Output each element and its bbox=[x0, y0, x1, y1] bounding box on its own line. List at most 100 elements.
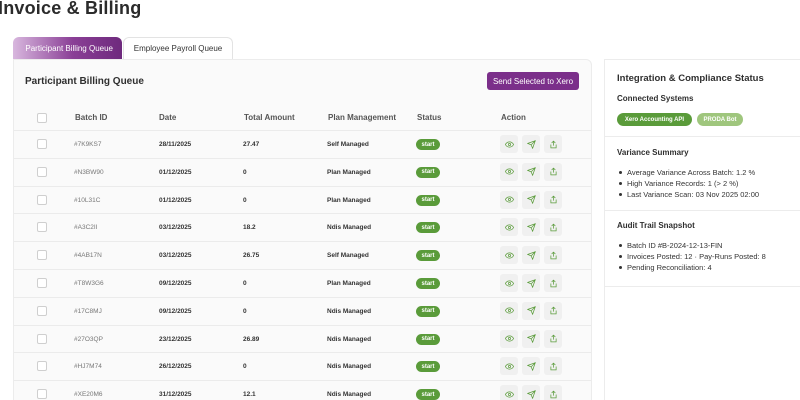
status-badge: start bbox=[416, 194, 440, 206]
date-cell: 26/12/2025 bbox=[159, 363, 192, 371]
send-button[interactable] bbox=[522, 301, 540, 320]
view-button[interactable] bbox=[500, 246, 518, 265]
export-button[interactable] bbox=[544, 301, 562, 320]
send-button[interactable] bbox=[522, 274, 540, 292]
date-cell: 23/12/2025 bbox=[159, 335, 192, 343]
export-icon bbox=[549, 390, 558, 399]
send-button[interactable] bbox=[522, 218, 540, 237]
send-button[interactable] bbox=[522, 162, 540, 181]
view-button[interactable] bbox=[500, 162, 518, 181]
proda-bot-pill: PRODA Bot bbox=[697, 113, 743, 126]
status-badge: start bbox=[416, 166, 440, 178]
eye-icon bbox=[504, 251, 514, 260]
date-cell: 03/12/2025 bbox=[159, 252, 192, 260]
export-button[interactable] bbox=[544, 329, 562, 348]
date-cell: 01/12/2025 bbox=[159, 196, 192, 204]
select-all-checkbox[interactable] bbox=[37, 113, 47, 123]
export-icon bbox=[549, 167, 558, 176]
row-checkbox[interactable] bbox=[37, 389, 47, 400]
export-button[interactable] bbox=[544, 385, 562, 400]
view-button[interactable] bbox=[500, 135, 518, 153]
amount-cell: 0 bbox=[243, 307, 247, 315]
send-button[interactable] bbox=[522, 246, 540, 265]
export-button[interactable] bbox=[544, 218, 562, 237]
export-button[interactable] bbox=[544, 274, 562, 292]
plan-cell: Ndis Managed bbox=[327, 391, 372, 399]
send-button[interactable] bbox=[522, 190, 540, 209]
row-checkbox[interactable] bbox=[37, 278, 47, 288]
status-badge: start bbox=[416, 278, 440, 289]
table-row: #T8W3G6 09/12/2025 0 Plan Managed start bbox=[14, 269, 591, 296]
side-panel-title: Integration & Compliance Status bbox=[617, 73, 764, 84]
audit-item: Batch ID #B-2024-12-13-FIN bbox=[617, 240, 795, 251]
divider bbox=[605, 286, 800, 287]
variance-summary-heading: Variance Summary bbox=[617, 148, 689, 157]
export-icon bbox=[549, 195, 558, 204]
plan-cell: Ndis Managed bbox=[327, 363, 372, 371]
export-button[interactable] bbox=[544, 246, 562, 265]
export-button[interactable] bbox=[544, 357, 562, 376]
tab-participant-billing-queue[interactable]: Participant Billing Queue bbox=[13, 37, 122, 59]
send-button[interactable] bbox=[522, 135, 540, 153]
table-row: #4AB17N 03/12/2025 26.75 Self Managed start bbox=[14, 241, 591, 268]
eye-icon bbox=[504, 306, 514, 315]
column-header-total-amount: Total Amount bbox=[244, 113, 295, 122]
connected-systems-heading: Connected Systems bbox=[617, 94, 694, 103]
view-button[interactable] bbox=[500, 357, 518, 376]
amount-cell: 12.1 bbox=[243, 391, 256, 399]
export-button[interactable] bbox=[544, 190, 562, 209]
export-icon bbox=[549, 306, 558, 315]
plan-cell: Plan Managed bbox=[327, 196, 371, 204]
amount-cell: 26.89 bbox=[243, 335, 260, 343]
row-checkbox[interactable] bbox=[37, 139, 47, 149]
send-to-xero-button[interactable]: Send Selected to Xero bbox=[487, 72, 579, 90]
column-header-status: Status bbox=[417, 113, 442, 122]
view-button[interactable] bbox=[500, 218, 518, 237]
send-icon bbox=[526, 334, 536, 344]
row-checkbox[interactable] bbox=[37, 305, 47, 316]
date-cell: 03/12/2025 bbox=[159, 224, 192, 232]
batch-id-cell: #HJ7M74 bbox=[74, 363, 102, 371]
variance-item: Last Variance Scan: 03 Nov 2025 02:00 bbox=[617, 189, 795, 200]
row-checkbox[interactable] bbox=[37, 194, 47, 205]
column-header-date: Date bbox=[159, 113, 177, 122]
send-icon bbox=[526, 223, 536, 232]
export-button[interactable] bbox=[544, 135, 562, 153]
send-icon bbox=[526, 250, 536, 260]
view-button[interactable] bbox=[500, 190, 518, 209]
audit-item: Invoices Posted: 12 · Pay-Runs Posted: 8 bbox=[617, 251, 795, 262]
row-checkbox[interactable] bbox=[37, 250, 47, 261]
batch-id-cell: #T8W3G6 bbox=[74, 280, 104, 287]
view-button[interactable] bbox=[500, 274, 518, 292]
variance-item: High Variance Records: 1 (> 2 %) bbox=[617, 178, 795, 189]
status-badge: start bbox=[416, 139, 440, 150]
send-button[interactable] bbox=[522, 329, 540, 348]
export-button[interactable] bbox=[544, 162, 562, 181]
variance-item: Average Variance Across Batch: 1.2 % bbox=[617, 167, 795, 178]
export-icon bbox=[549, 251, 558, 260]
date-cell: 01/12/2025 bbox=[159, 168, 192, 176]
table-row: #HJ7M74 26/12/2025 0 Ndis Managed start bbox=[14, 352, 591, 379]
audit-trail-heading: Audit Trail Snapshot bbox=[617, 221, 695, 230]
batch-id-cell: #7K9KS7 bbox=[74, 141, 102, 148]
table-row: #27O3QP 23/12/2025 26.89 Ndis Managed start bbox=[14, 324, 591, 352]
status-badge: start bbox=[416, 333, 440, 345]
tab-bar: Participant Billing Queue Employee Payro… bbox=[13, 37, 233, 59]
row-checkbox[interactable] bbox=[37, 361, 47, 372]
queue-title: Participant Billing Queue bbox=[25, 76, 144, 87]
row-checkbox[interactable] bbox=[37, 222, 47, 233]
table-row: #XE20M6 31/12/2025 12.1 Ndis Managed start bbox=[14, 380, 591, 400]
send-button[interactable] bbox=[522, 357, 540, 376]
audit-item: Pending Reconciliation: 4 bbox=[617, 262, 795, 273]
view-button[interactable] bbox=[500, 301, 518, 320]
date-cell: 09/12/2025 bbox=[159, 307, 192, 315]
xero-api-pill: Xero Accounting API bbox=[617, 113, 692, 126]
row-checkbox[interactable] bbox=[37, 166, 47, 177]
send-button[interactable] bbox=[522, 385, 540, 400]
plan-cell: Self Managed bbox=[327, 252, 369, 260]
tab-employee-payroll-queue[interactable]: Employee Payroll Queue bbox=[123, 37, 233, 59]
table-row: #A3C2II 03/12/2025 18.2 Ndis Managed start bbox=[14, 213, 591, 240]
view-button[interactable] bbox=[500, 329, 518, 348]
view-button[interactable] bbox=[500, 385, 518, 400]
row-checkbox[interactable] bbox=[37, 333, 47, 344]
